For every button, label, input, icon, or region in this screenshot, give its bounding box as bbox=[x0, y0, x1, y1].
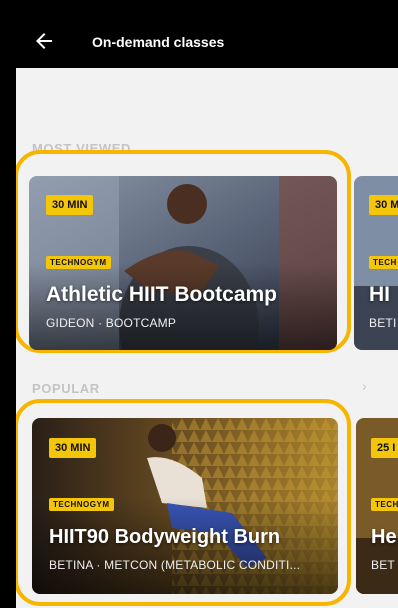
class-card-athletic-hiit-bootcamp[interactable]: 30 MIN TECHNOGYM Athletic HIIT Bootcamp … bbox=[29, 176, 337, 350]
section-label-popular: POPULAR bbox=[32, 381, 100, 396]
class-title: He bbox=[371, 526, 397, 548]
class-card-partial[interactable]: 30 M TECH HI BETI bbox=[354, 176, 398, 350]
class-subtitle: BETI bbox=[369, 316, 397, 330]
technogym-logo: TECH bbox=[369, 256, 398, 269]
duration-badge: 30 MIN bbox=[46, 195, 94, 215]
class-subtitle: BETINA · METCON (METABOLIC CONDITI... bbox=[49, 558, 301, 572]
duration-badge: 30 MIN bbox=[49, 438, 97, 458]
app-window: On-demand classes MOST VIEWED 30 MIN TEC… bbox=[0, 0, 398, 608]
technogym-logo: TECHNOGYM bbox=[46, 256, 111, 269]
class-card-partial[interactable]: 25 I TECH He BET bbox=[356, 418, 398, 594]
class-title: HI bbox=[369, 283, 390, 306]
duration-badge: 25 I bbox=[371, 438, 398, 458]
technogym-logo: TECH bbox=[371, 498, 398, 511]
class-title: HIIT90 Bodyweight Burn bbox=[49, 526, 281, 548]
chevron-right-icon[interactable]: › bbox=[362, 378, 367, 394]
top-app-bar: On-demand classes bbox=[0, 0, 398, 68]
class-title: Athletic HIIT Bootcamp bbox=[46, 283, 278, 306]
class-subtitle: BET bbox=[371, 558, 395, 572]
content-area: MOST VIEWED 30 MIN TECHNOGYM Athletic HI… bbox=[16, 68, 398, 608]
duration-badge: 30 M bbox=[369, 195, 398, 215]
technogym-logo: TECHNOGYM bbox=[49, 498, 114, 511]
class-card-hiit90-bodyweight-burn[interactable]: 30 MIN TECHNOGYM HIIT90 Bodyweight Burn … bbox=[32, 418, 338, 594]
page-title: On-demand classes bbox=[92, 34, 225, 50]
arrow-left-icon[interactable] bbox=[32, 29, 56, 53]
class-subtitle: GIDEON · BOOTCAMP bbox=[46, 316, 177, 330]
